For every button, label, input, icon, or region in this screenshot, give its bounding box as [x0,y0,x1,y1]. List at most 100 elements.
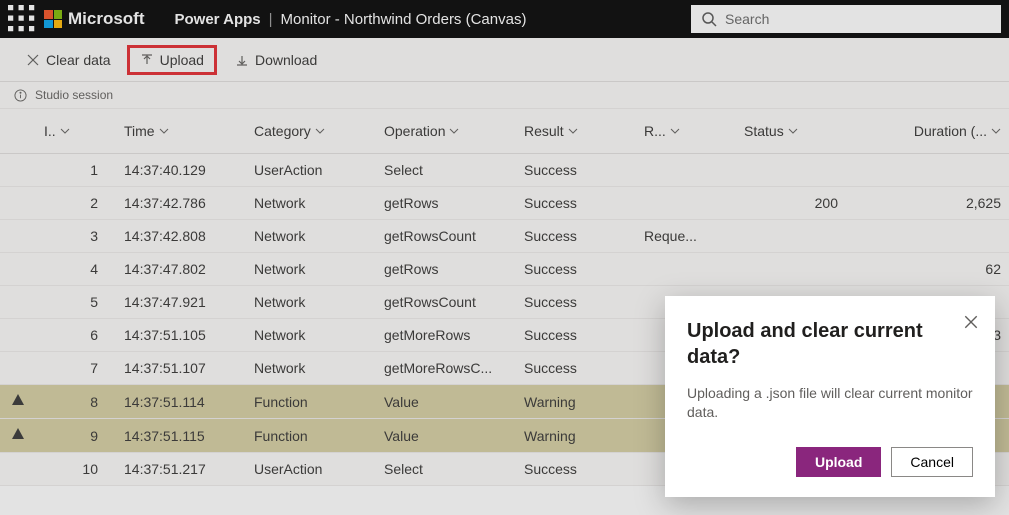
search-placeholder: Search [725,11,769,27]
cell-r: Reque... [636,220,736,253]
cell-operation: Select [376,453,516,486]
cell-id: 10 [36,453,116,486]
clear-data-label: Clear data [46,52,111,68]
dialog-upload-button[interactable]: Upload [796,447,881,477]
dialog-button-row: Upload Cancel [687,447,973,477]
cell-result: Success [516,319,636,352]
cell-id: 8 [36,385,116,419]
microsoft-logo-icon [44,10,62,28]
cell-category: Network [246,253,376,286]
upload-button[interactable]: Upload [127,45,217,75]
cell-result: Success [516,220,636,253]
cell-r [636,187,736,220]
search-input[interactable]: Search [691,5,1001,33]
col-r[interactable]: R... [636,109,736,154]
cell-time: 14:37:42.786 [116,187,246,220]
cell-warn [0,187,36,220]
cell-time: 14:37:51.114 [116,385,246,419]
close-icon [963,314,979,330]
cell-duration: 2,625 [846,187,1009,220]
microsoft-logo-text: Microsoft [68,9,145,29]
cell-id: 7 [36,352,116,385]
command-bar: Clear data Upload Download [0,38,1009,82]
cell-id: 9 [36,419,116,453]
cell-warn [0,220,36,253]
table-header-row: I.. Time Category Operation Result R... … [0,109,1009,154]
cell-warn [0,286,36,319]
table-row[interactable]: 314:37:42.808NetworkgetRowsCountSuccessR… [0,220,1009,253]
cell-warn [0,352,36,385]
cell-result: Success [516,253,636,286]
cell-category: Network [246,220,376,253]
cell-time: 14:37:51.107 [116,352,246,385]
download-label: Download [255,52,317,68]
cell-operation: getRowsCount [376,220,516,253]
table-row[interactable]: 414:37:47.802NetworkgetRowsSuccess62 [0,253,1009,286]
col-status[interactable]: Status [736,109,846,154]
cell-category: Network [246,319,376,352]
breadcrumb-divider: | [269,11,273,28]
col-category[interactable]: Category [246,109,376,154]
cell-r [636,154,736,187]
cell-id: 2 [36,187,116,220]
clear-data-button[interactable]: Clear data [16,48,121,72]
breadcrumb: Power Apps | Monitor - Northwind Orders … [175,11,527,28]
cell-result: Warning [516,385,636,419]
dialog-close-button[interactable] [963,314,979,330]
chevron-down-icon [315,126,325,136]
download-icon [235,53,249,67]
cell-status [736,253,846,286]
cell-time: 14:37:47.921 [116,286,246,319]
cell-time: 14:37:47.802 [116,253,246,286]
chevron-down-icon [991,126,1001,136]
cell-category: Network [246,352,376,385]
table-row[interactable]: 214:37:42.786NetworkgetRowsSuccess2002,6… [0,187,1009,220]
info-icon [14,89,27,102]
waffle-icon[interactable] [8,5,36,33]
cell-category: Function [246,385,376,419]
upload-label: Upload [160,52,204,68]
cell-time: 14:37:51.105 [116,319,246,352]
cell-result: Warning [516,419,636,453]
cell-time: 14:37:40.129 [116,154,246,187]
cell-r [636,253,736,286]
col-duration[interactable]: Duration (... [846,109,1009,154]
cell-operation: Select [376,154,516,187]
cell-id: 6 [36,319,116,352]
dialog-cancel-button[interactable]: Cancel [891,447,973,477]
info-bar: Studio session [0,82,1009,109]
cell-warn [0,453,36,486]
chevron-down-icon [568,126,578,136]
cell-warn [0,419,36,453]
cell-category: UserAction [246,154,376,187]
cell-operation: getRows [376,187,516,220]
cell-result: Success [516,154,636,187]
microsoft-logo[interactable]: Microsoft [44,9,145,29]
cell-duration: 62 [846,253,1009,286]
download-button[interactable]: Download [225,48,327,72]
col-operation[interactable]: Operation [376,109,516,154]
chevron-down-icon [159,126,169,136]
dialog-body: Uploading a .json file will clear curren… [687,384,973,423]
search-icon [701,11,717,27]
cell-id: 3 [36,220,116,253]
chevron-down-icon [788,126,798,136]
col-warn[interactable] [0,109,36,154]
cell-time: 14:37:51.115 [116,419,246,453]
cell-time: 14:37:42.808 [116,220,246,253]
col-id[interactable]: I.. [36,109,116,154]
cell-result: Success [516,453,636,486]
cell-operation: getRows [376,253,516,286]
cell-duration [846,154,1009,187]
table-row[interactable]: 114:37:40.129UserActionSelectSuccess [0,154,1009,187]
cell-status [736,220,846,253]
close-icon [26,53,40,67]
chevron-down-icon [60,126,70,136]
breadcrumb-app[interactable]: Power Apps [175,11,261,28]
col-time[interactable]: Time [116,109,246,154]
global-header: Microsoft Power Apps | Monitor - Northwi… [0,0,1009,38]
cell-category: Function [246,419,376,453]
cell-category: Network [246,187,376,220]
col-result[interactable]: Result [516,109,636,154]
cell-id: 5 [36,286,116,319]
